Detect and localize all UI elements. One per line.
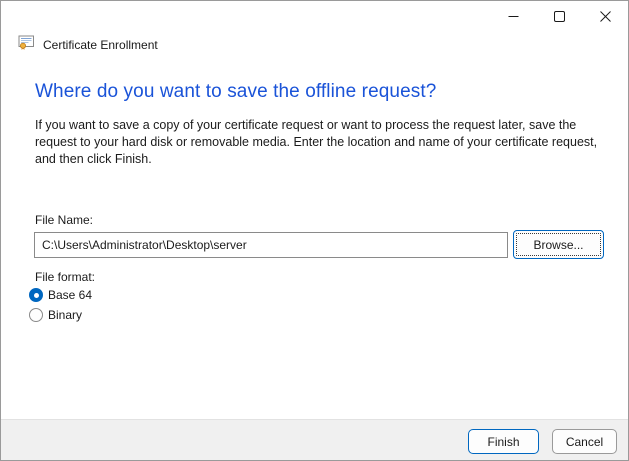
footer-bar: Finish Cancel xyxy=(1,419,628,460)
minimize-button[interactable] xyxy=(490,1,536,31)
close-button[interactable] xyxy=(582,1,628,31)
titlebar xyxy=(1,1,628,31)
app-header: Certificate Enrollment xyxy=(18,36,158,54)
minimize-icon xyxy=(508,11,519,22)
cancel-button[interactable]: Cancel xyxy=(552,429,617,454)
file-name-input[interactable] xyxy=(34,232,508,258)
certificate-enrollment-window: Certificate Enrollment Where do you want… xyxy=(0,0,629,461)
close-icon xyxy=(600,11,611,22)
description-text: If you want to save a copy of your certi… xyxy=(35,117,601,168)
file-name-label: File Name: xyxy=(35,213,93,227)
radio-binary-label: Binary xyxy=(48,308,82,322)
browse-button[interactable]: Browse... xyxy=(513,230,604,259)
maximize-button[interactable] xyxy=(536,1,582,31)
certificate-icon xyxy=(18,34,35,56)
radio-base64-label: Base 64 xyxy=(48,288,92,302)
maximize-icon xyxy=(554,11,565,22)
app-title: Certificate Enrollment xyxy=(43,38,158,52)
radio-unselected-icon[interactable] xyxy=(29,308,43,322)
radio-option-base64[interactable]: Base 64 xyxy=(29,286,92,304)
file-format-label: File format: xyxy=(35,270,95,284)
finish-button[interactable]: Finish xyxy=(468,429,539,454)
radio-selected-icon[interactable] xyxy=(29,288,43,302)
radio-option-binary[interactable]: Binary xyxy=(29,306,82,324)
page-title: Where do you want to save the offline re… xyxy=(35,81,436,103)
